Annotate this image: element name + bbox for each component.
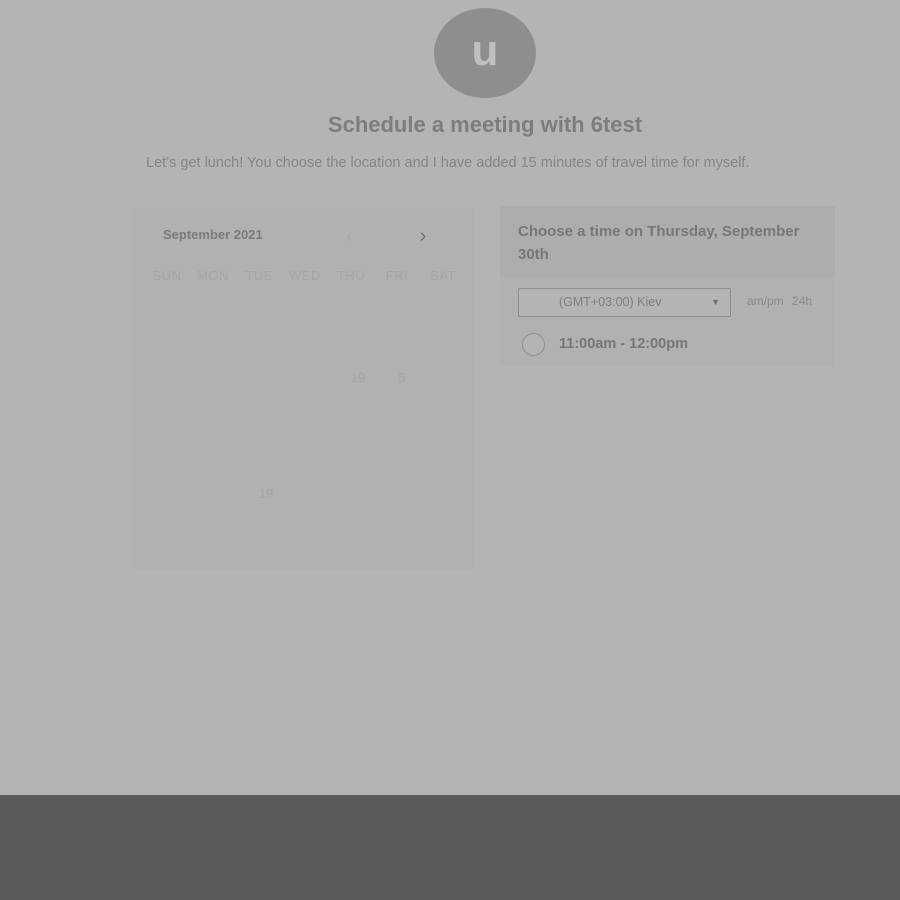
format-ampm-option[interactable]: am/pm — [747, 294, 784, 308]
weekday-header: SUN MON TUE WED THU FRI SAT — [144, 268, 466, 283]
avatar-letter: u — [471, 26, 499, 75]
slot-radio-button[interactable] — [522, 333, 545, 356]
booking-page: u Schedule a meeting with 6test Let’s ge… — [0, 0, 900, 795]
time-picker-card: Choose a time on Thursday, September 30t… — [500, 206, 835, 366]
weekday-thu: THU — [336, 268, 366, 283]
chevron-left-icon[interactable]: ‹ — [342, 226, 356, 246]
page-title: Schedule a meeting with 6test — [327, 112, 643, 137]
time-format-toggle: am/pm 24h — [747, 294, 812, 308]
host-avatar: u — [434, 8, 536, 98]
calendar-day[interactable]: 19 — [348, 370, 368, 385]
timezone-select[interactable]: (GMT+03:00) Kiev ▼ — [518, 288, 731, 317]
format-24h-option[interactable]: 24h — [792, 294, 812, 308]
caret-down-icon: ▼ — [711, 297, 720, 307]
bottom-band — [0, 795, 900, 900]
calendar-month-label: September 2021 — [163, 227, 263, 242]
weekday-sat: SAT — [430, 268, 456, 283]
weekday-tue: TUE — [245, 268, 273, 283]
weekday-sun: SUN — [152, 268, 182, 283]
calendar-day[interactable]: 5 — [392, 370, 412, 385]
event-description: Let’s get lunch! You choose the location… — [146, 155, 750, 171]
timezone-value: (GMT+03:00) Kiev — [559, 295, 662, 309]
chevron-right-icon[interactable]: › — [416, 226, 430, 246]
calendar-day[interactable]: 19 — [256, 486, 276, 501]
time-slot-label[interactable]: 11:00am - 12:00pm — [559, 336, 688, 352]
weekday-mon: MON — [197, 268, 229, 283]
calendar-card: September 2021 ‹ › SUN MON TUE WED THU F… — [132, 208, 475, 570]
time-picker-heading: Choose a time on Thursday, September 30t… — [500, 206, 835, 278]
weekday-fri: FRI — [385, 268, 409, 283]
weekday-wed: WED — [289, 268, 321, 283]
